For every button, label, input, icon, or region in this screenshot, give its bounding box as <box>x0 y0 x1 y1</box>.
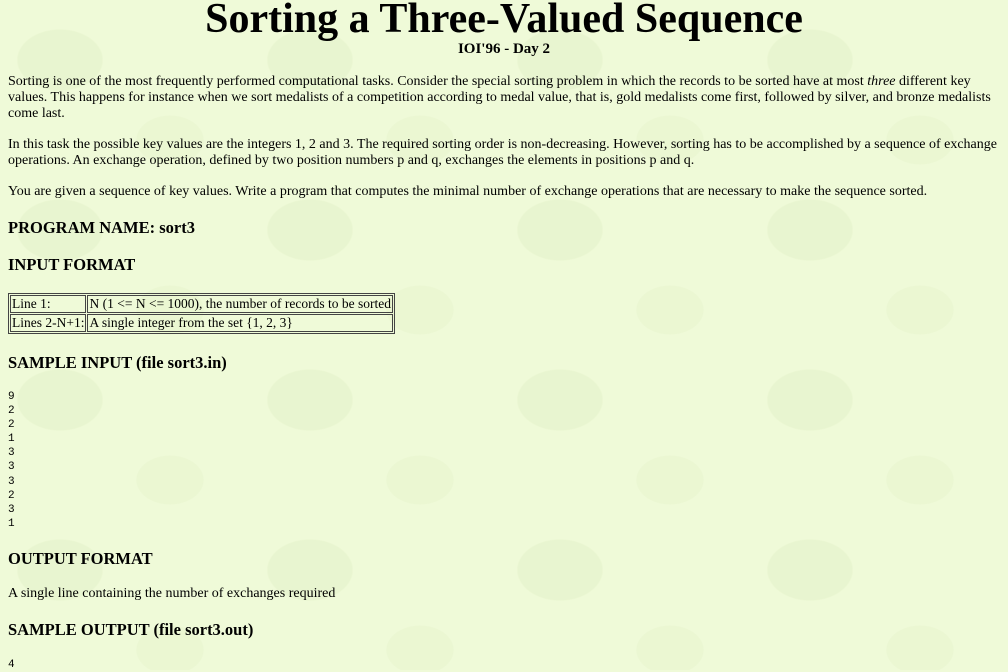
output-format-text: A single line containing the number of e… <box>8 585 336 601</box>
page-title: Sorting a Three-Valued Sequence <box>205 0 803 42</box>
input-format-heading: INPUT FORMAT <box>8 255 136 274</box>
output-format-heading: OUTPUT FORMAT <box>8 548 153 568</box>
table-row: Lines 2-N+1: A single integer from the s… <box>10 314 393 332</box>
program-name-heading: PROGRAM NAME: sort3 <box>8 218 195 237</box>
table-row: Line 1: N (1 <= N <= 1000), the number o… <box>10 295 393 313</box>
intro-paragraph-2: In this task the possible key values are… <box>8 137 997 168</box>
sample-input-block: 9 2 2 1 3 3 3 2 3 1 <box>8 391 15 530</box>
table-cell-desc: A single integer from the set {1, 2, 3} <box>87 314 393 332</box>
table-cell-desc: N (1 <= N <= 1000), the number of record… <box>87 295 393 313</box>
intro-paragraph-1: Sorting is one of the most frequently pe… <box>8 74 1000 122</box>
intro-p1-before: Sorting is one of the most frequently pe… <box>8 74 868 89</box>
input-format-table: Line 1: N (1 <= N <= 1000), the number o… <box>8 293 395 334</box>
table-cell-line: Lines 2-N+1: <box>10 314 87 332</box>
page-subtitle: IOI'96 - Day 2 <box>457 41 551 57</box>
intro-paragraph-3: You are given a sequence of key values. … <box>8 184 928 199</box>
table-cell-line: Line 1: <box>10 295 87 313</box>
sample-input-heading: SAMPLE INPUT (file sort3.in) <box>8 353 227 372</box>
intro-p1-emphasis: three <box>867 74 896 89</box>
sample-output-heading: SAMPLE OUTPUT (file sort3.out) <box>8 619 254 639</box>
page-content: Sorting a Three-Valued Sequence IOI'96 -… <box>0 0 1008 672</box>
